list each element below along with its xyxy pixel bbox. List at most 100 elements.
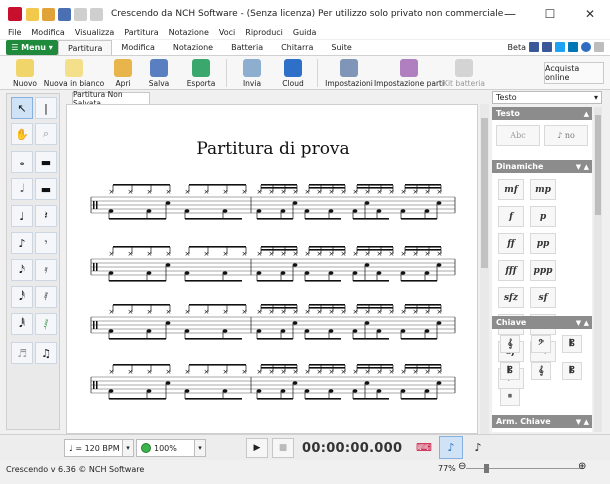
zoom-in-icon[interactable]: ⊕ bbox=[578, 461, 586, 472]
minimize-button[interactable]: — bbox=[490, 0, 530, 28]
menu-notazione[interactable]: Notazione bbox=[169, 28, 209, 39]
chevron-down-icon[interactable]: ▾ bbox=[194, 439, 206, 457]
whole-note-tool[interactable]: 𝅝 bbox=[11, 151, 33, 173]
menu-partitura[interactable]: Partitura bbox=[124, 28, 158, 39]
zoom-slider[interactable] bbox=[466, 464, 584, 473]
menu-riproduci[interactable]: Riproduci bbox=[245, 28, 283, 39]
document-tab[interactable]: Partitura Non Salvata bbox=[72, 90, 150, 108]
quarter-note-tool[interactable]: ♩ bbox=[11, 205, 33, 227]
dynamic-mp-button[interactable]: mp bbox=[530, 179, 556, 200]
text-item-button[interactable]: Abc bbox=[496, 125, 540, 146]
twitter-icon[interactable] bbox=[555, 42, 565, 52]
new-icon[interactable] bbox=[26, 7, 39, 21]
linkedin-icon[interactable] bbox=[568, 42, 578, 52]
app-icon[interactable] bbox=[8, 7, 22, 21]
stop-button[interactable]: ■ bbox=[272, 438, 294, 458]
drum-staff-systems[interactable]: × × × × × × × × × × × × × × × × × × × × × × × × × × × × × × × × × × × × × × × ×… bbox=[67, 165, 478, 434]
buy-online-button[interactable]: Acquista online bbox=[544, 62, 604, 84]
dynamic-mf-button[interactable]: mf bbox=[498, 179, 524, 200]
thirty-second-note-tool[interactable]: 𝅘𝅥𝅰 bbox=[11, 286, 33, 308]
keyboard-input-mode[interactable]: ⌨ bbox=[412, 436, 436, 459]
baritone-clef-button[interactable]: 𝄡 bbox=[562, 361, 582, 380]
maximize-button[interactable]: ☐ bbox=[530, 0, 570, 28]
dynamic-ppp-button[interactable]: ppp bbox=[530, 260, 556, 281]
save-icon[interactable] bbox=[58, 7, 71, 21]
score-title[interactable]: Partitura di prova bbox=[67, 139, 477, 159]
sixty-fourth-rest-tool[interactable]: 𝅁 bbox=[35, 313, 57, 335]
collapse-arrow-icon[interactable]: ▲ bbox=[584, 110, 589, 118]
menu-visualizza[interactable]: Visualizza bbox=[75, 28, 114, 39]
volume-knob-icon[interactable] bbox=[141, 443, 151, 453]
tab-suite[interactable]: Suite bbox=[322, 40, 360, 55]
hand-tool[interactable]: ✋ bbox=[11, 123, 33, 145]
menu-guida[interactable]: Guida bbox=[293, 28, 316, 39]
tab-modifica[interactable]: Modifica bbox=[112, 40, 163, 55]
ribbon-collapse-icon[interactable] bbox=[594, 42, 604, 52]
volume-field[interactable]: 100% ▾ bbox=[136, 439, 206, 457]
drum-kit-button[interactable]: Kit batteria bbox=[443, 56, 485, 88]
menu-voci[interactable]: Voci bbox=[219, 28, 235, 39]
zoom-out-icon[interactable]: ⊖ bbox=[458, 461, 466, 472]
alto-clef-button[interactable]: 𝄡 bbox=[562, 335, 582, 353]
half-rest-tool[interactable]: ▬ bbox=[35, 178, 57, 200]
redo-icon[interactable] bbox=[90, 7, 103, 21]
new-blank-button[interactable]: Nuova in bianco bbox=[44, 56, 104, 88]
palette-scrollbar[interactable] bbox=[594, 107, 602, 432]
tab-batteria[interactable]: Batteria bbox=[222, 40, 272, 55]
tab-notazione[interactable]: Notazione bbox=[164, 40, 222, 55]
tempo-field[interactable]: ♩ = 120 BPM ▾ bbox=[64, 439, 134, 457]
text-cursor-tool[interactable]: | bbox=[35, 97, 57, 119]
menu-file[interactable]: File bbox=[8, 28, 21, 39]
tuplet-tool[interactable]: ♬ bbox=[11, 342, 33, 364]
beam-tool[interactable]: ♫ bbox=[35, 342, 57, 364]
facebook-icon[interactable] bbox=[542, 42, 552, 52]
thirty-second-rest-tool[interactable]: 𝅀 bbox=[35, 286, 57, 308]
tab-partitura[interactable]: Partitura bbox=[58, 40, 113, 55]
new-button[interactable]: Nuovo bbox=[10, 56, 40, 88]
close-button[interactable]: ✕ bbox=[570, 0, 610, 28]
dynamic-sfz-button[interactable]: sfz bbox=[498, 287, 524, 308]
half-note-tool[interactable]: 𝅗𝅥 bbox=[11, 178, 33, 200]
tenor-clef-button[interactable]: 𝄡 bbox=[500, 361, 520, 380]
collapse-arrow-icon[interactable]: ▼ ▲ bbox=[576, 163, 589, 171]
palette-scroll-thumb[interactable] bbox=[595, 115, 601, 215]
quarter-rest-tool[interactable]: 𝄽 bbox=[35, 205, 57, 227]
zoom-tool[interactable]: ⌕ bbox=[35, 123, 57, 145]
send-button[interactable]: Invia bbox=[237, 56, 267, 88]
main-menu-button[interactable]: ☰ Menu ▾ bbox=[6, 40, 58, 55]
lyrics-item-button[interactable]: ♪ no bbox=[544, 125, 588, 146]
sixteenth-rest-tool[interactable]: 𝄿 bbox=[35, 259, 57, 281]
select-arrow-tool[interactable]: ↖ bbox=[11, 97, 33, 119]
sixty-fourth-note-tool[interactable]: 𝅘𝅥𝅱 bbox=[11, 313, 33, 335]
whole-rest-tool[interactable]: ▬ bbox=[35, 151, 57, 173]
tab-chitarra[interactable]: Chitarra bbox=[272, 40, 322, 55]
palette-category-select[interactable]: Testo bbox=[492, 91, 602, 104]
percussion-clef-button[interactable]: 𝄥 bbox=[500, 388, 520, 407]
score-scroll-thumb[interactable] bbox=[481, 118, 488, 268]
note-input-mode[interactable]: ♪ bbox=[439, 436, 463, 459]
play-button[interactable]: ▶ bbox=[246, 438, 268, 458]
dynamic-sf-button[interactable]: sf bbox=[530, 287, 556, 308]
section-dinamiche-header[interactable]: Dinamiche ▼ ▲ bbox=[492, 160, 592, 173]
eighth-note-tool[interactable]: ♪ bbox=[11, 232, 33, 254]
save-button[interactable]: Salva bbox=[144, 56, 174, 88]
open-icon[interactable] bbox=[42, 7, 55, 21]
zoom-slider-handle[interactable] bbox=[484, 464, 489, 473]
section-arm-chiave-header[interactable]: Arm. Chiave ▼ ▲ bbox=[492, 415, 592, 428]
score-canvas[interactable]: Partitura di prova × × × × × × × × × × × × × × × × × × × × ×… bbox=[66, 104, 478, 434]
dynamic-pp-button[interactable]: pp bbox=[530, 233, 556, 254]
dynamic-fff-button[interactable]: fff bbox=[498, 260, 524, 281]
settings-button[interactable]: Impostazioni bbox=[325, 56, 373, 88]
cloud-button[interactable]: Cloud bbox=[273, 56, 313, 88]
help-icon[interactable] bbox=[581, 42, 591, 52]
score-vertical-scrollbar[interactable] bbox=[480, 104, 489, 434]
menu-modifica[interactable]: Modifica bbox=[31, 28, 64, 39]
treble-8-clef-button[interactable]: 𝄞 bbox=[531, 361, 551, 380]
undo-icon[interactable] bbox=[74, 7, 87, 21]
part-settings-button[interactable]: Impostazione parti bbox=[374, 56, 444, 88]
eighth-rest-tool[interactable]: 𝄾 bbox=[35, 232, 57, 254]
treble-clef-button[interactable]: 𝄞 bbox=[500, 335, 520, 353]
collapse-arrow-icon[interactable]: ▼ ▲ bbox=[576, 319, 589, 327]
section-chiave-header[interactable]: Chiave ▼ ▲ bbox=[492, 316, 592, 329]
dynamic-ff-button[interactable]: ff bbox=[498, 233, 524, 254]
